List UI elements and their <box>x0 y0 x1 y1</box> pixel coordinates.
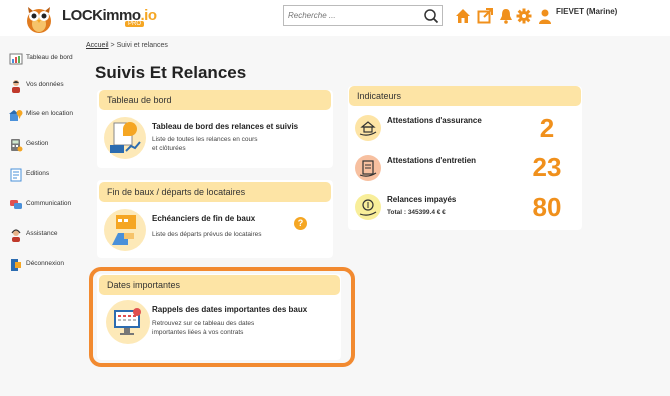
chat-icon <box>10 200 22 209</box>
user-name[interactable]: FIEVET (Marine) <box>556 7 617 16</box>
breadcrumb-home-link[interactable]: Accueil <box>86 42 109 49</box>
location-icon <box>9 110 23 121</box>
sidebar-item-label: Vos données <box>26 81 64 88</box>
lease-end-card-desc: Liste des départs prévus de locataires <box>152 231 262 238</box>
search-box <box>283 5 443 26</box>
logo-badge: PRO <box>125 21 145 27</box>
maintenance-hand-icon <box>355 155 381 181</box>
search-icon[interactable] <box>423 8 439 24</box>
owl-logo-icon <box>27 7 51 33</box>
sidebar-item-label: Editions <box>26 170 50 177</box>
home-icon[interactable] <box>455 8 471 24</box>
indicator-label: Attestations d'entretien <box>387 156 477 165</box>
indicators-heading: Indicateurs <box>349 86 581 106</box>
calculator-icon <box>11 139 23 152</box>
indicator-label: Relances impayés <box>387 195 457 204</box>
sidebar-item-rental[interactable]: Mise en location <box>6 106 90 126</box>
headset-icon <box>11 229 21 242</box>
lease-end-card-title: Echéanciers de fin de baux <box>152 214 256 223</box>
sidebar-item-label: Tableau de bord <box>26 54 73 61</box>
indicator-value: 2 <box>539 113 555 143</box>
indicator-value: 80 <box>532 192 562 222</box>
breadcrumb: Accueil > Suivi et relances <box>86 42 168 49</box>
dashboard-card-desc: Liste de toutes les relances en cours et… <box>152 136 258 152</box>
indicator-label: Attestations d'assurance <box>387 116 482 125</box>
dashboard-card-title: Tableau de bord des relances et suivis <box>152 122 299 131</box>
breadcrumb-current: Suivi et relances <box>116 42 168 49</box>
highlight-frame <box>89 267 355 367</box>
person-icon <box>12 80 20 93</box>
unpaid-coin-icon <box>355 194 381 220</box>
sidebar-item-dashboard[interactable]: Tableau de bord <box>6 50 90 70</box>
sidebar-item-management[interactable]: Gestion <box>6 136 90 156</box>
sidebar-item-editions[interactable]: Editions <box>6 166 90 186</box>
dashboard-icon <box>9 53 23 65</box>
sidebar-item-label: Gestion <box>26 140 49 147</box>
sidebar-item-label: Assistance <box>26 230 58 237</box>
sidebar-item-logout[interactable]: Déconnexion <box>6 256 90 276</box>
document-icon <box>10 168 22 182</box>
sidebar-item-label: Déconnexion <box>26 260 64 267</box>
top-bar: LOCKimmo.io PRO Recherche ... FIEVET (Ma… <box>0 0 670 36</box>
gear-icon[interactable] <box>516 8 532 24</box>
user-icon[interactable] <box>537 8 553 24</box>
dashboard-heading: Tableau de bord <box>99 90 331 110</box>
breadcrumb-separator: > <box>110 42 115 49</box>
sidebar-item-label: Communication <box>26 200 72 207</box>
lease-end-heading: Fin de baux / départs de locataires <box>99 182 331 202</box>
sidebar-item-communication[interactable]: Communication <box>6 196 90 216</box>
bell-icon[interactable] <box>498 8 514 24</box>
search-input[interactable] <box>288 8 418 23</box>
indicator-value: 23 <box>532 152 562 182</box>
insurance-hand-icon <box>355 115 381 141</box>
sidebar-item-data[interactable]: Vos données <box>6 77 90 97</box>
page-title: Suivis Et Relances <box>95 63 247 82</box>
indicator-total: Total : 345399.4 € € <box>387 209 446 216</box>
help-icon[interactable]: ? <box>294 217 307 230</box>
calendar-handshake-icon <box>104 209 146 251</box>
sidebar-item-assistance[interactable]: Assistance <box>6 226 90 246</box>
logout-icon <box>11 259 21 271</box>
report-chart-icon <box>104 117 146 159</box>
sidebar-item-label: Mise en location <box>26 110 73 117</box>
external-link-icon[interactable] <box>477 8 493 24</box>
app-logo[interactable]: LOCKimmo.io PRO <box>10 2 157 33</box>
